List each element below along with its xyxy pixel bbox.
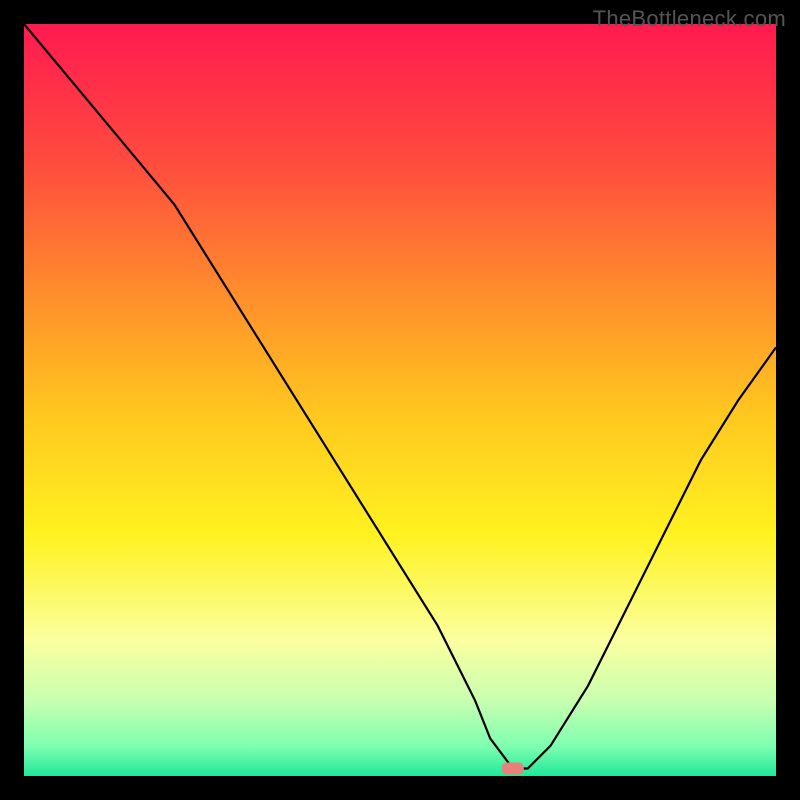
- gradient-background: [24, 24, 776, 776]
- optimal-point-marker: [502, 763, 524, 775]
- chart-svg: [24, 24, 776, 776]
- watermark-text: TheBottleneck.com: [593, 6, 786, 32]
- plot-area: [24, 24, 776, 776]
